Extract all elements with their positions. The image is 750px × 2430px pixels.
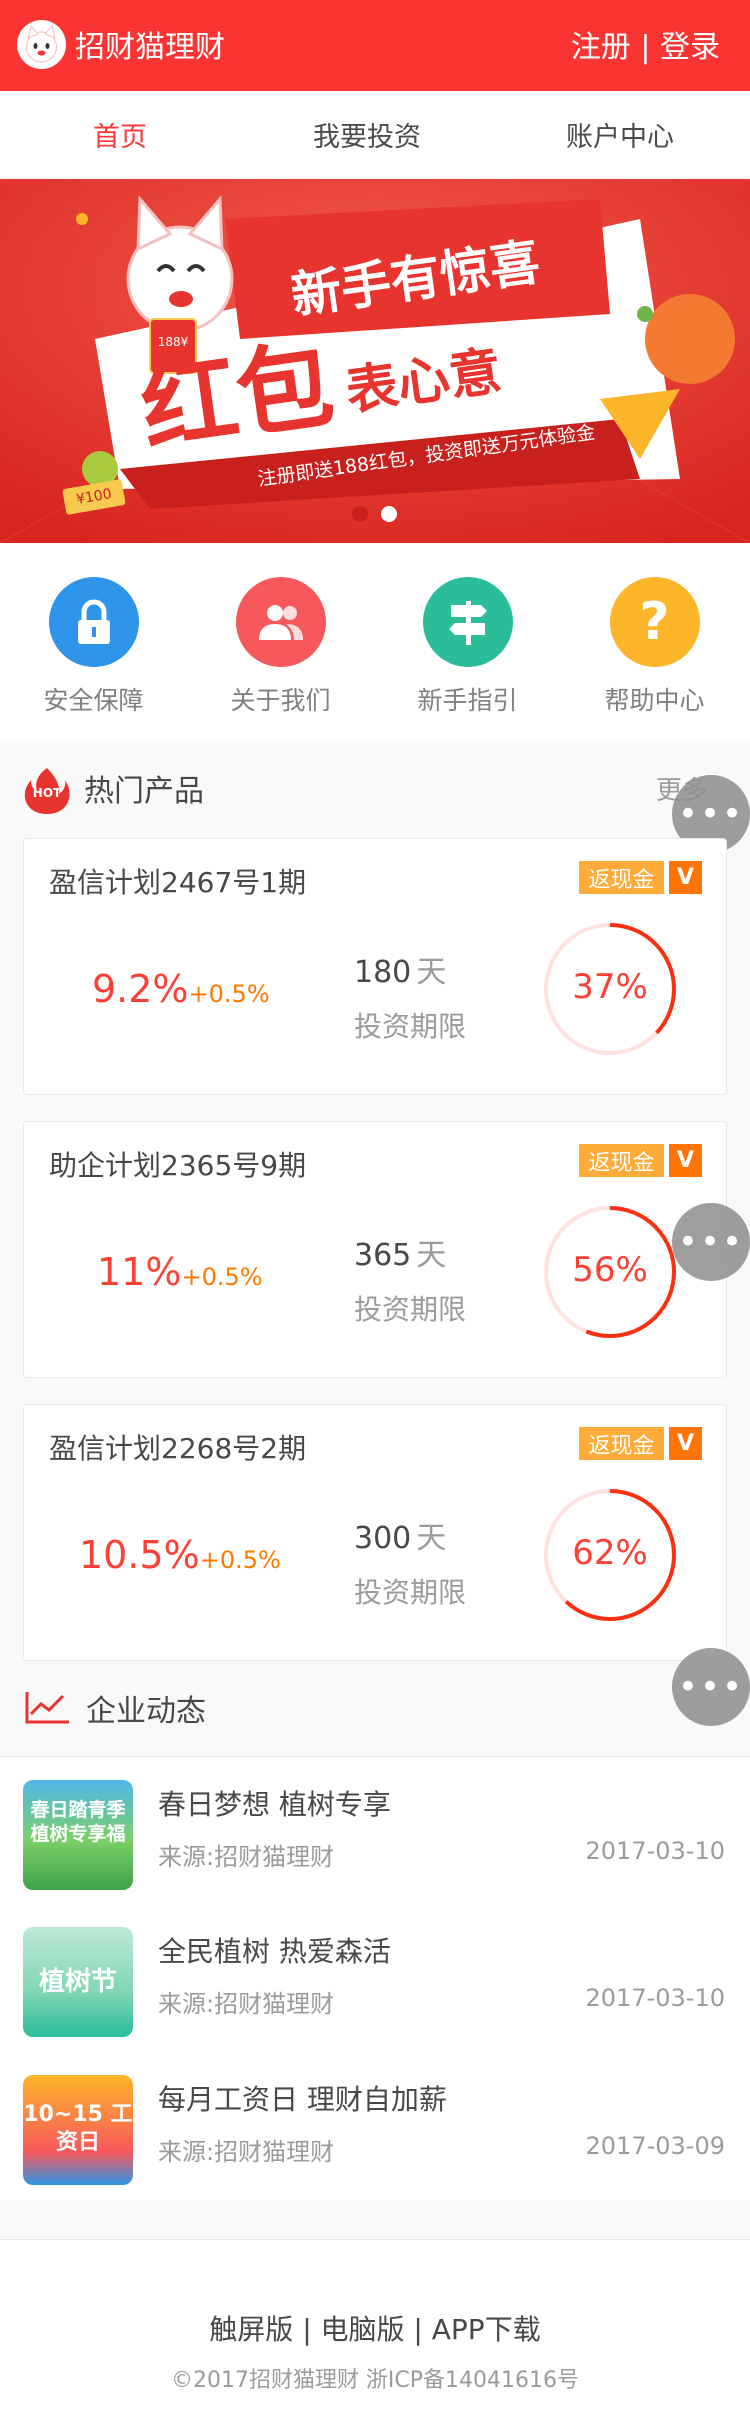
cashback-tag: 返现金 <box>579 861 664 894</box>
progress-ring: 62% <box>542 1487 678 1623</box>
news-title: 全民植树 热爱森活 <box>158 1935 391 1968</box>
top-header: 招财猫理财 注册 | 登录 <box>0 0 750 91</box>
main-nav: 首页 我要投资 账户中心 <box>0 91 750 180</box>
envelope-label: 188¥ <box>157 335 189 349</box>
brand-name: 招财猫理财 <box>75 30 225 65</box>
quick-link-label: 新手指引 <box>417 686 518 715</box>
nav-home[interactable]: 首页 <box>20 115 220 154</box>
carousel-dot-1[interactable] <box>352 506 368 522</box>
vip-tag: V <box>669 1427 702 1460</box>
news-thumbnail: 春日踏青季 植树专享福 <box>23 1780 133 1890</box>
nav-account[interactable]: 账户中心 <box>520 115 720 154</box>
product-name: 助企计划2365号9期 <box>49 1149 307 1182</box>
quick-link-help[interactable]: ? 帮助中心 <box>561 577 748 717</box>
annual-rate: 10.5% <box>79 1533 200 1577</box>
news-item[interactable]: 植树节 全民植树 热爱森活 来源:招财猫理财 2017-03-10 <box>0 1904 750 2052</box>
progress-text: 56% <box>572 1250 648 1290</box>
term-unit: 天 <box>416 1521 447 1556</box>
term-days: 300 <box>354 1521 412 1556</box>
rate-group: 9.2%+0.5% <box>92 967 270 1011</box>
term-days: 365 <box>354 1238 412 1273</box>
news-item[interactable]: 10~15 工资日 每月工资日 理财自加薪 来源:招财猫理财 2017-03-0… <box>0 2052 750 2200</box>
progress-text: 37% <box>572 967 648 1007</box>
rate-group: 11%+0.5% <box>97 1250 263 1294</box>
news-title: 春日梦想 植树专享 <box>158 1788 391 1821</box>
footer-links[interactable]: 触屏版 | 电脑版 | APP下载 <box>0 2308 750 2348</box>
bonus-rate: +0.5% <box>181 1263 263 1291</box>
cashback-tag: 返现金 <box>579 1427 664 1460</box>
term-value: 180 天 <box>354 947 446 991</box>
term-value: 300 天 <box>354 1513 446 1557</box>
product-name: 盈信计划2268号2期 <box>49 1432 307 1465</box>
promo-banner[interactable]: 新手有惊喜 红包 表心意 注册即送188红包，投资即送万元体验金 ¥100 18… <box>0 179 750 543</box>
quick-link-label: 安全保障 <box>43 686 144 715</box>
carousel-dot-2[interactable] <box>381 506 397 522</box>
news-source: 来源:招财猫理财 <box>158 2138 335 2166</box>
news-thumbnail: 10~15 工资日 <box>23 2075 133 2185</box>
trend-chart-icon <box>23 1688 71 1726</box>
progress-text: 62% <box>572 1533 648 1573</box>
news-section-title: 企业动态 <box>86 1694 206 1729</box>
news-date: 2017-03-10 <box>585 1984 725 2012</box>
float-menu-button[interactable]: ••• <box>672 1203 750 1281</box>
term-value: 365 天 <box>354 1230 446 1274</box>
term-unit: 天 <box>416 1238 447 1273</box>
vip-tag: V <box>669 1144 702 1177</box>
banner-big-text: 红包 <box>134 328 341 466</box>
product-card[interactable]: 盈信计划2268号2期 返现金 V 10.5%+0.5% 300 天 投资期限 … <box>23 1404 727 1661</box>
quick-links: 安全保障 关于我们 新手指引 ? 帮助中心 <box>0 543 750 743</box>
quick-link-label: 关于我们 <box>230 686 331 715</box>
news-source: 来源:招财猫理财 <box>158 1843 335 1871</box>
question-icon: ? <box>609 577 700 667</box>
float-menu-button[interactable]: ••• <box>672 1648 750 1726</box>
hot-flame-icon: HOT <box>23 766 71 814</box>
news-item[interactable]: 春日踏青季 植树专享福 春日梦想 植树专享 来源:招财猫理财 2017-03-1… <box>0 1756 750 1905</box>
bonus-rate: +0.5% <box>188 980 270 1008</box>
hot-badge-text: HOT <box>32 786 62 800</box>
news-date: 2017-03-10 <box>585 1837 725 1865</box>
news-title: 每月工资日 理财自加薪 <box>158 2083 447 2116</box>
users-icon <box>235 577 326 667</box>
news-source: 来源:招财猫理财 <box>158 1990 335 2018</box>
thumb-text: 植树节 <box>38 1967 117 1997</box>
term-label: 投资期限 <box>354 1010 467 1043</box>
hot-products-title: 热门产品 <box>84 774 204 809</box>
quick-link-label: 帮助中心 <box>604 686 705 715</box>
product-name: 盈信计划2467号1期 <box>49 866 307 899</box>
term-days: 180 <box>354 955 412 990</box>
term-unit: 天 <box>416 955 447 990</box>
footer-copyright: ©2017招财猫理财 浙ICP备14041616号 <box>170 2368 580 2393</box>
progress-ring: 56% <box>542 1204 678 1340</box>
vip-tag: V <box>669 861 702 894</box>
term-label: 投资期限 <box>354 1576 467 1609</box>
quick-link-about[interactable]: 关于我们 <box>187 577 374 717</box>
thumb-text: 春日踏青季 植树专享福 <box>30 1799 126 1845</box>
quick-link-security[interactable]: 安全保障 <box>0 577 187 717</box>
rate-group: 10.5%+0.5% <box>79 1533 281 1577</box>
annual-rate: 9.2% <box>92 967 189 1011</box>
term-label: 投资期限 <box>354 1293 467 1326</box>
thumb-text: 10~15 工资日 <box>23 2102 133 2155</box>
news-thumbnail: 植树节 <box>23 1927 133 2037</box>
lock-icon <box>48 577 139 667</box>
bonus-rate: +0.5% <box>199 1546 281 1574</box>
news-date: 2017-03-09 <box>585 2132 725 2160</box>
nav-invest[interactable]: 我要投资 <box>267 115 467 154</box>
product-card[interactable]: 盈信计划2467号1期 返现金 V 9.2%+0.5% 180 天 投资期限 3… <box>23 838 727 1095</box>
annual-rate: 11% <box>97 1250 182 1294</box>
cashback-tag: 返现金 <box>579 1144 664 1177</box>
product-card[interactable]: 助企计划2365号9期 返现金 V 11%+0.5% 365 天 投资期限 56… <box>23 1121 727 1378</box>
cat-logo-icon[interactable] <box>17 20 66 69</box>
quick-link-guide[interactable]: 新手指引 <box>374 577 561 717</box>
register-login-link[interactable]: 注册 | 登录 <box>571 22 720 66</box>
signpost-icon <box>422 577 513 667</box>
progress-ring: 37% <box>542 921 678 1057</box>
page-footer: 触屏版 | 电脑版 | APP下载 ©2017招财猫理财 浙ICP备140416… <box>0 2239 750 2430</box>
